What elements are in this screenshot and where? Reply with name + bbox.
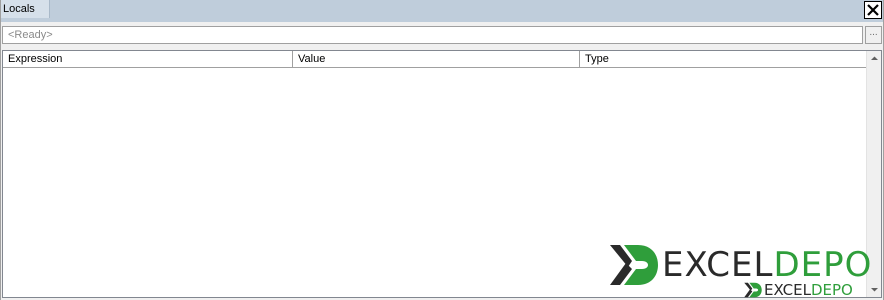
column-header-type[interactable]: Type [580, 51, 867, 67]
watermark-text-green: DEPO [773, 245, 873, 285]
excel-depo-watermark-small: EXCELDEPO [743, 281, 853, 299]
close-icon [867, 4, 879, 16]
excel-depo-x-logo-icon-small [744, 282, 762, 298]
column-header-row: Expression Value Type [3, 51, 867, 68]
watermark-small-text-green: DEPO [810, 281, 853, 299]
column-header-value[interactable]: Value [293, 51, 580, 67]
locals-window: Locals <Ready> ... Expression Value Type [0, 0, 884, 300]
title-bar: Locals [1, 0, 883, 22]
context-field[interactable]: <Ready> [2, 26, 863, 44]
watermark-small-text-dark: EXCEL [764, 281, 811, 299]
window-title: Locals [1, 0, 50, 18]
column-header-expression[interactable]: Expression [3, 51, 293, 67]
context-bar: <Ready> ... [1, 25, 883, 46]
watermark-text-dark: EXCEL [662, 245, 774, 285]
close-button[interactable] [864, 1, 882, 19]
scroll-up-arrow-icon [871, 56, 878, 60]
excel-depo-x-logo-icon [610, 245, 658, 285]
scroll-up-button[interactable] [867, 51, 881, 66]
call-stack-button[interactable]: ... [865, 26, 882, 44]
